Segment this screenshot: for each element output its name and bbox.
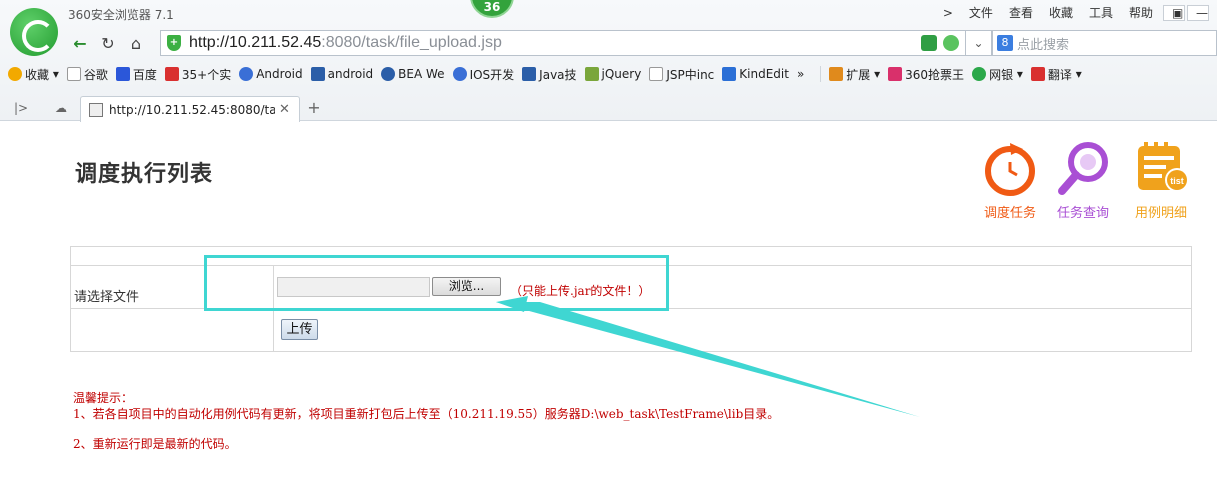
tips-line-2: 2、重新运行即是最新的代码。: [73, 437, 237, 451]
tips-heading: 温馨提示：: [73, 391, 134, 405]
tips-block: 温馨提示： 1、若各自项目中的自动化用例代码有更新，将项目重新打包后上传至（10…: [73, 390, 779, 452]
tips-line-1: 1、若各自项目中的自动化用例代码有更新，将项目重新打包后上传至（10.211.1…: [73, 407, 780, 421]
